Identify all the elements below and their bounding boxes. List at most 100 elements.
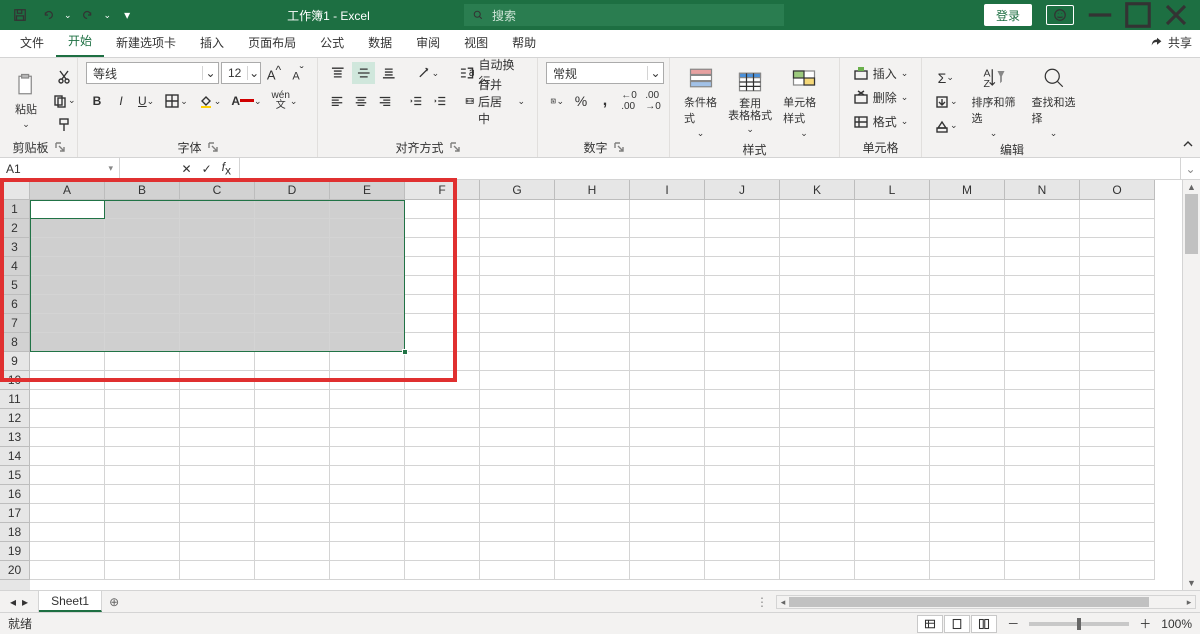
cell-I10[interactable]	[630, 371, 705, 390]
cell-K7[interactable]	[780, 314, 855, 333]
row-header-11[interactable]: 11	[0, 390, 30, 409]
row-header-2[interactable]: 2	[0, 219, 30, 238]
cell-E1[interactable]	[330, 200, 405, 219]
cell-I6[interactable]	[630, 295, 705, 314]
cell-E19[interactable]	[330, 542, 405, 561]
cell-E12[interactable]	[330, 409, 405, 428]
cell-O2[interactable]	[1080, 219, 1155, 238]
cell-L8[interactable]	[855, 333, 930, 352]
maximize-button[interactable]	[1120, 4, 1156, 26]
cell-B14[interactable]	[105, 447, 180, 466]
cell-G8[interactable]	[480, 333, 555, 352]
cell-A19[interactable]	[30, 542, 105, 561]
font-size-combo[interactable]: 12⌄	[221, 62, 261, 84]
cell-E3[interactable]	[330, 238, 405, 257]
select-all-corner[interactable]	[0, 180, 30, 200]
share-button[interactable]: 共享	[1150, 34, 1192, 51]
cell-M7[interactable]	[930, 314, 1005, 333]
cell-J20[interactable]	[705, 561, 780, 580]
cell-L19[interactable]	[855, 542, 930, 561]
cell-M13[interactable]	[930, 428, 1005, 447]
cell-N3[interactable]	[1005, 238, 1080, 257]
cell-H7[interactable]	[555, 314, 630, 333]
cell-G13[interactable]	[480, 428, 555, 447]
fill-color-button[interactable]: ⌄	[194, 90, 226, 112]
cell-C17[interactable]	[180, 504, 255, 523]
tab-file[interactable]: 文件	[8, 28, 56, 57]
sheet-nav-prev[interactable]: ◂	[10, 595, 16, 609]
cell-B18[interactable]	[105, 523, 180, 542]
cell-O1[interactable]	[1080, 200, 1155, 219]
cell-L17[interactable]	[855, 504, 930, 523]
column-header-G[interactable]: G	[480, 180, 555, 200]
paste-button[interactable]: 粘贴 ⌄	[8, 69, 44, 132]
increase-indent-button[interactable]	[429, 90, 451, 112]
cell-K19[interactable]	[780, 542, 855, 561]
cell-E18[interactable]	[330, 523, 405, 542]
cell-M1[interactable]	[930, 200, 1005, 219]
sheet-nav-next[interactable]: ▸	[22, 595, 28, 609]
row-header-12[interactable]: 12	[0, 409, 30, 428]
close-button[interactable]	[1158, 4, 1194, 26]
cell-E14[interactable]	[330, 447, 405, 466]
cell-E2[interactable]	[330, 219, 405, 238]
column-header-I[interactable]: I	[630, 180, 705, 200]
cell-K9[interactable]	[780, 352, 855, 371]
cell-D6[interactable]	[255, 295, 330, 314]
cell-I2[interactable]	[630, 219, 705, 238]
cell-J5[interactable]	[705, 276, 780, 295]
italic-button[interactable]: I	[110, 90, 132, 112]
cell-E6[interactable]	[330, 295, 405, 314]
align-center-button[interactable]	[350, 90, 372, 112]
cell-D14[interactable]	[255, 447, 330, 466]
row-header-7[interactable]: 7	[0, 314, 30, 333]
number-format-combo[interactable]: 常规⌄	[546, 62, 664, 84]
cell-D3[interactable]	[255, 238, 330, 257]
cell-D1[interactable]	[255, 200, 330, 219]
add-sheet-button[interactable]: ⊕	[102, 595, 126, 609]
orientation-button[interactable]: ⌄	[412, 62, 443, 84]
cell-E17[interactable]	[330, 504, 405, 523]
cell-N10[interactable]	[1005, 371, 1080, 390]
row-header-16[interactable]: 16	[0, 485, 30, 504]
cell-M3[interactable]	[930, 238, 1005, 257]
cell-A13[interactable]	[30, 428, 105, 447]
cell-H15[interactable]	[555, 466, 630, 485]
cell-D19[interactable]	[255, 542, 330, 561]
cell-G7[interactable]	[480, 314, 555, 333]
cell-K8[interactable]	[780, 333, 855, 352]
cell-L20[interactable]	[855, 561, 930, 580]
row-header-1[interactable]: 1	[0, 200, 30, 219]
cell-I9[interactable]	[630, 352, 705, 371]
cell-E20[interactable]	[330, 561, 405, 580]
row-header-5[interactable]: 5	[0, 276, 30, 295]
cell-N5[interactable]	[1005, 276, 1080, 295]
cell-C19[interactable]	[180, 542, 255, 561]
number-launcher-icon[interactable]	[614, 142, 624, 152]
cell-I8[interactable]	[630, 333, 705, 352]
cell-F2[interactable]	[405, 219, 480, 238]
row-header-13[interactable]: 13	[0, 428, 30, 447]
cell-C10[interactable]	[180, 371, 255, 390]
align-bottom-button[interactable]	[377, 62, 401, 84]
cell-J18[interactable]	[705, 523, 780, 542]
cell-J8[interactable]	[705, 333, 780, 352]
cell-A7[interactable]	[30, 314, 105, 333]
row-header-8[interactable]: 8	[0, 333, 30, 352]
cell-N12[interactable]	[1005, 409, 1080, 428]
cell-F3[interactable]	[405, 238, 480, 257]
clear-button[interactable]: ⌄	[930, 115, 962, 137]
cell-H3[interactable]	[555, 238, 630, 257]
row-header-17[interactable]: 17	[0, 504, 30, 523]
cell-K2[interactable]	[780, 219, 855, 238]
column-header-B[interactable]: B	[105, 180, 180, 200]
cell-E13[interactable]	[330, 428, 405, 447]
cell-K13[interactable]	[780, 428, 855, 447]
tab-formula[interactable]: 公式	[308, 28, 356, 57]
cell-N8[interactable]	[1005, 333, 1080, 352]
cell-G17[interactable]	[480, 504, 555, 523]
cell-J14[interactable]	[705, 447, 780, 466]
cell-C20[interactable]	[180, 561, 255, 580]
cell-N18[interactable]	[1005, 523, 1080, 542]
cell-D20[interactable]	[255, 561, 330, 580]
